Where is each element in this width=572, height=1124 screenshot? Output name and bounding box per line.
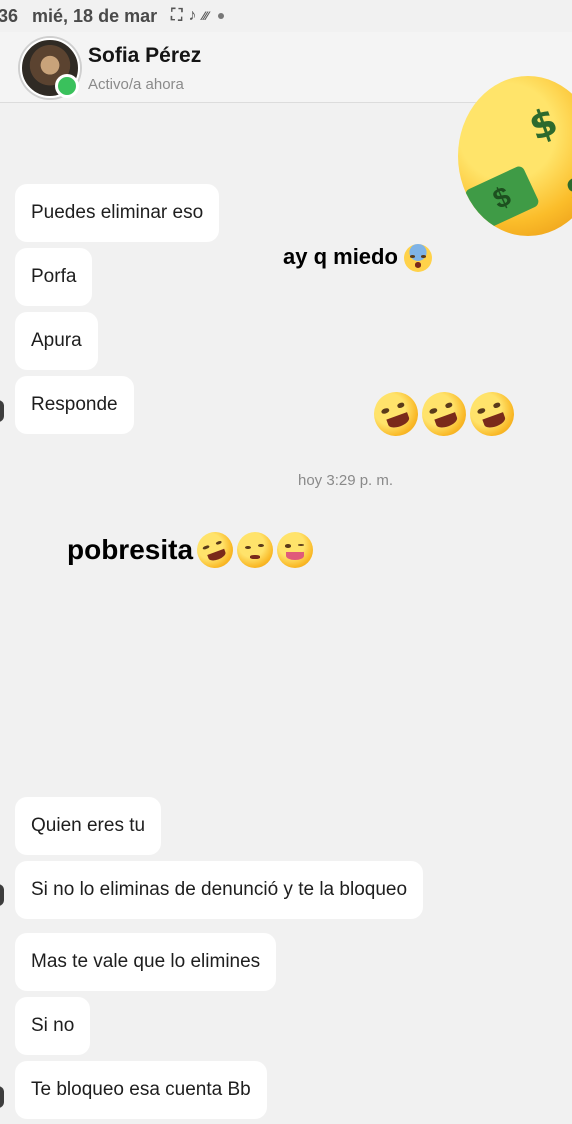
rolling-laughing-icon	[415, 385, 473, 443]
message-bubble[interactable]: Te bloqueo esa cuenta Bb	[15, 1061, 267, 1119]
message-text: Apura	[31, 330, 82, 351]
screenshot-icon: ⛶	[171, 7, 183, 24]
caption-text: pobresita	[67, 534, 194, 565]
message-bubble[interactable]: Si no lo eliminas de denunció y te la bl…	[15, 861, 424, 919]
tongue-wink-icon	[277, 532, 314, 568]
rolling-laughing-icon	[367, 385, 425, 443]
signal-icon: ⁄⁄⁄	[202, 9, 209, 23]
laughing-emoji-row	[367, 385, 521, 443]
sender-avatar	[0, 1086, 4, 1108]
rolling-laughing-icon	[191, 526, 239, 574]
chat-screen: 36 mié, 18 de mar ⛶ ♪ ⁄⁄⁄ Sofia Pérez Ac…	[0, 0, 572, 1124]
status-icons: ⛶ ♪ ⁄⁄⁄	[171, 7, 225, 25]
message-text: Porfa	[31, 266, 77, 287]
message-timestamp: hoy 3:29 p. m.	[298, 472, 394, 489]
dot-icon	[218, 13, 225, 19]
message-bubble[interactable]: Si no	[15, 997, 91, 1055]
message-bubble[interactable]: Responde	[15, 376, 134, 434]
message-text: Si no lo eliminas de denunció y te la bl…	[31, 879, 408, 900]
message-text: Puedes eliminar eso	[31, 202, 204, 223]
message-bubble[interactable]: Porfa	[15, 248, 93, 306]
sender-avatar	[0, 400, 4, 422]
overlay-caption: pobresita	[67, 526, 314, 574]
message-bubble[interactable]: Mas te vale que lo elimines	[15, 933, 277, 991]
contact-name[interactable]: Sofia Pérez	[88, 44, 201, 68]
message-bubble[interactable]: Apura	[15, 312, 98, 370]
message-text: Quien eres tu	[31, 815, 146, 836]
overlay-caption: ay q miedo	[283, 244, 433, 273]
contact-status: Activo/a ahora	[88, 76, 184, 93]
message-bubble[interactable]: Puedes eliminar eso	[15, 184, 220, 242]
online-indicator-icon	[55, 74, 79, 98]
caption-text: ay q miedo	[283, 244, 398, 269]
message-text: Mas te vale que lo elimines	[31, 951, 261, 972]
status-bar: 36 mié, 18 de mar ⛶ ♪ ⁄⁄⁄	[0, 0, 572, 32]
status-time: 36	[0, 5, 19, 26]
message-text: Si no	[31, 1015, 75, 1036]
woozy-face-icon	[237, 532, 274, 568]
rolling-laughing-icon	[463, 385, 521, 443]
message-text: Te bloqueo esa cuenta Bb	[31, 1079, 251, 1100]
sender-avatar	[0, 884, 4, 906]
fearful-face-icon	[404, 244, 433, 273]
message-text: Responde	[31, 394, 118, 415]
tiktok-icon: ♪	[188, 7, 197, 24]
message-bubble[interactable]: Quien eres tu	[15, 797, 162, 855]
status-date: mié, 18 de mar	[32, 5, 158, 26]
